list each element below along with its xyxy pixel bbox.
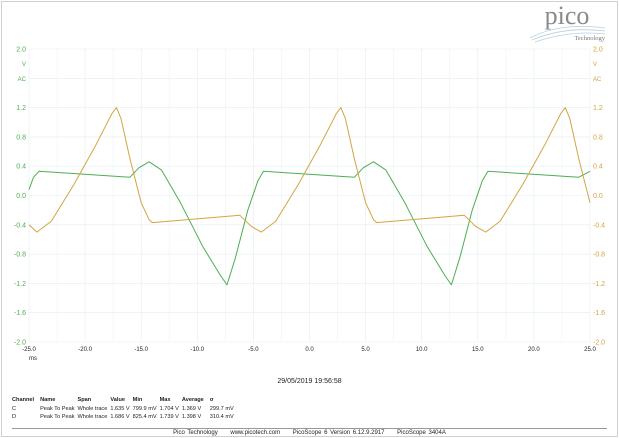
x-tick-label: 20.0 [528, 347, 540, 353]
y-tick-label-left: -2.0 [14, 340, 26, 347]
x-axis-label: ms [29, 356, 37, 362]
cell-sigma: 299.7 mV [209, 405, 234, 412]
cell-value: 1.635 V [110, 405, 130, 412]
footer-website: www.picotech.com [230, 430, 281, 436]
svg-text:Technology: Technology [574, 35, 605, 42]
footer-version: PicoScope 6 Version 6.12.9.2917 [292, 430, 385, 436]
y-tick-label-left: 2.0 [16, 47, 26, 54]
y-tick-label-right: -0.4 [593, 222, 605, 229]
y-unit-right: V [593, 62, 597, 68]
scope-chart: pico Technology 2.0 2.0 1.2 1.2 0.8 0.8 0.4 0.4… [14, 1, 606, 362]
x-tick-label: 25.0 [584, 347, 596, 353]
y-tick-label-right: 1.2 [593, 105, 603, 112]
x-tick-label: 15.0 [472, 347, 484, 353]
pico-logo: pico Technology [529, 1, 606, 43]
capture-timestamp: 29/05/2019 19:56:58 [277, 378, 342, 385]
y-coupling-right: AC [593, 77, 602, 83]
y-tick-label-right: -1.6 [593, 310, 605, 317]
cell-span: Whole trace [77, 414, 108, 420]
cell-average: 1.398 V [181, 414, 202, 420]
header-max: Max [159, 397, 171, 403]
footer-company: Pico Technology [173, 430, 218, 436]
footer-divider [12, 428, 607, 429]
footer: Pico Technology www.picotech.com PicoSco… [0, 430, 619, 436]
x-tick-label: -15.0 [134, 347, 148, 353]
cell-max: 1.704 V [159, 405, 179, 412]
header-name: Name [40, 397, 56, 403]
y-tick-label-left: 0.8 [16, 134, 26, 141]
y-tick-label-left: 0.4 [16, 164, 26, 171]
svg-text:pico: pico [545, 1, 590, 30]
cell-sigma: 310.4 mV [209, 414, 234, 420]
table-row: C Peak To Peak Whole trace 1.635 V 799.9… [12, 405, 237, 414]
y-tick-label-right: -1.2 [593, 281, 605, 288]
header-sigma: σ [209, 397, 214, 403]
y-tick-label-left: 0.0 [16, 193, 26, 200]
table-row: D Peak To Peak Whole trace 1.686 V 825.4… [12, 413, 237, 422]
cell-value: 1.686 V [110, 414, 130, 420]
cell-name: Peak To Peak [40, 405, 75, 412]
y-tick-label-left: -0.4 [14, 222, 26, 229]
header-channel: Channel [12, 397, 35, 403]
y-tick-label-right: 0.4 [593, 164, 603, 171]
y-tick-label-left: -1.2 [14, 281, 26, 288]
cell-name: Peak To Peak [40, 414, 75, 420]
header-value: Value [110, 397, 125, 403]
y-tick-label-left: -1.6 [14, 310, 26, 317]
measurements-header: Channel Name Span Value Min Max Average … [12, 396, 237, 405]
x-tick-label: 5.0 [361, 347, 370, 353]
footer-device: PicoScope 3404A [397, 430, 446, 436]
cell-min: 825.4 mV [132, 414, 157, 420]
x-tick-label: -5.0 [248, 347, 259, 353]
y-tick-label-right: -0.8 [593, 252, 605, 259]
cell-span: Whole trace [77, 405, 108, 412]
y-tick-label-left: 1.2 [16, 105, 26, 112]
y-coupling-left: AC [18, 77, 27, 83]
y-tick-label-right: 0.0 [593, 193, 603, 200]
x-tick-label: 0.0 [305, 347, 314, 353]
x-tick-label: -25.0 [22, 347, 36, 353]
x-tick-label: -20.0 [78, 347, 92, 353]
cell-min: 799.9 mV [132, 405, 157, 412]
y-unit-left: V [22, 62, 26, 68]
cell-channel: C [12, 405, 17, 412]
x-tick-label: 10.0 [416, 347, 428, 353]
header-span: Span [77, 397, 92, 403]
y-tick-label-right: -2.0 [593, 340, 605, 347]
y-tick-label-right: 0.8 [593, 134, 603, 141]
y-tick-label-left: -0.8 [14, 252, 26, 259]
measurements-table: Channel Name Span Value Min Max Average … [12, 396, 237, 422]
cell-max: 1.739 V [159, 414, 179, 420]
header-average: Average [181, 397, 204, 403]
header-min: Min [132, 397, 143, 403]
cell-channel: D [12, 414, 17, 420]
cell-average: 1.369 V [181, 405, 202, 412]
x-tick-label: -10.0 [190, 347, 204, 353]
y-tick-label-right: 2.0 [593, 47, 603, 54]
